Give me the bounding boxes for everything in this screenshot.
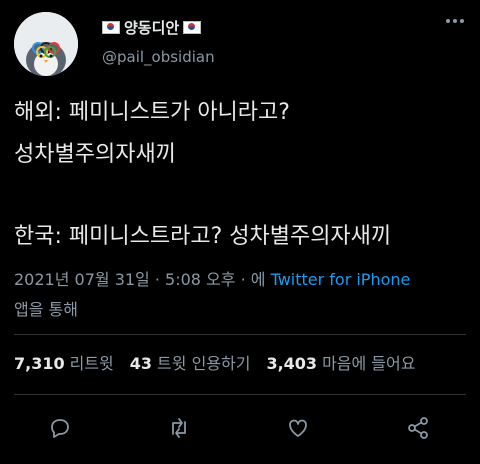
tweet-timestamp-row: 2021년 07월 31일 · 5:08 오후 · 에 Twitter for … bbox=[14, 266, 410, 290]
author-name-row[interactable]: 양동디안 bbox=[102, 16, 202, 38]
penguin-avatar-icon bbox=[14, 12, 78, 76]
tweet-stats: 7,310 리트윗 43 트윗 인용하기 3,403 마음에 들어요 bbox=[14, 350, 415, 374]
likes-stat[interactable]: 3,403 마음에 들어요 bbox=[266, 350, 415, 374]
kr-flag-icon bbox=[102, 20, 120, 34]
more-options-icon[interactable] bbox=[444, 10, 466, 32]
retweets-stat[interactable]: 7,310 리트윗 bbox=[14, 350, 114, 374]
author-display-name[interactable]: 양동디안 bbox=[124, 17, 179, 38]
share-icon[interactable] bbox=[404, 414, 434, 444]
tweet-via-text: 앱을 통해 bbox=[14, 300, 78, 319]
tweet-text-line-1: 해외: 페미니스트가 아니라고? bbox=[14, 100, 290, 125]
divider bbox=[14, 334, 466, 335]
like-heart-icon[interactable] bbox=[284, 414, 314, 444]
retweets-label: 리트윗 bbox=[69, 354, 114, 373]
author-handle[interactable]: @pail_obsidian bbox=[102, 48, 215, 66]
likes-label: 마음에 들어요 bbox=[322, 354, 416, 373]
tweet-source-link[interactable]: Twitter for iPhone bbox=[271, 270, 411, 289]
kr-flag-icon bbox=[183, 20, 202, 34]
reply-icon[interactable] bbox=[46, 414, 76, 444]
quotes-label: 트윗 인용하기 bbox=[157, 354, 251, 373]
retweets-count: 7,310 bbox=[14, 354, 65, 373]
quotes-stat[interactable]: 43 트윗 인용하기 bbox=[130, 350, 251, 374]
quotes-count: 43 bbox=[129, 354, 153, 373]
likes-count: 3,403 bbox=[266, 354, 318, 373]
tweet-actions bbox=[0, 414, 480, 446]
tweet-timestamp[interactable]: 2021년 07월 31일 · 5:08 오후 · 에 bbox=[14, 270, 265, 289]
avatar[interactable] bbox=[14, 12, 78, 76]
divider bbox=[14, 394, 466, 395]
tweet-header: 양동디안 @pail_obsidian bbox=[14, 8, 466, 80]
tweet-text-line-3: 한국: 페미니스트라고? 성차별주의자새끼 bbox=[14, 224, 392, 249]
retweet-icon[interactable] bbox=[165, 414, 195, 444]
tweet-text-line-2: 성차별주의자새끼 bbox=[14, 142, 176, 167]
